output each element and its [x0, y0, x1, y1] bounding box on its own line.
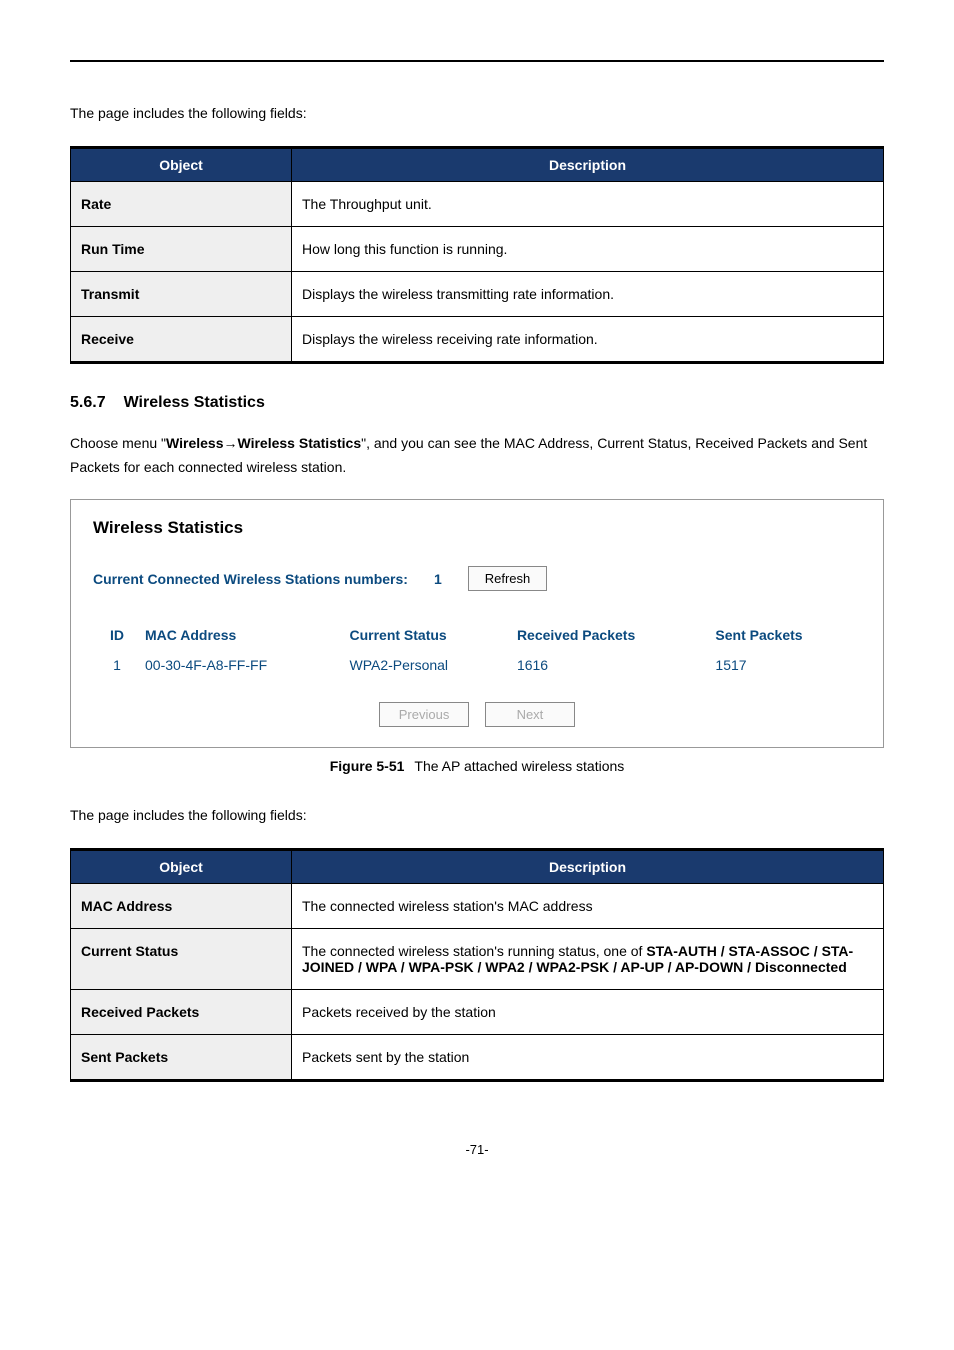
- table2-obj-3: Sent Packets: [71, 1035, 292, 1081]
- para-bold2: Wireless Statistics: [238, 435, 362, 451]
- station-id-0: 1: [93, 653, 141, 677]
- table-row: Current Status The connected wireless st…: [71, 929, 884, 990]
- panel-title: Wireless Statistics: [93, 518, 861, 538]
- table1-obj-3: Receive: [71, 316, 292, 362]
- fields-table-1: Object Description Rate The Throughput u…: [70, 146, 884, 364]
- para-bold1: Wireless: [166, 435, 223, 451]
- wireless-statistics-panel: Wireless Statistics Current Connected Wi…: [70, 499, 884, 748]
- table2-obj-2: Received Packets: [71, 990, 292, 1035]
- table1-desc-0: The Throughput unit.: [292, 181, 884, 226]
- stations-table: ID MAC Address Current Status Received P…: [93, 621, 861, 677]
- refresh-button[interactable]: Refresh: [468, 566, 548, 591]
- table1-desc-3: Displays the wireless receiving rate inf…: [292, 316, 884, 362]
- pager: Previous Next: [93, 702, 861, 727]
- connected-count: 1: [426, 571, 450, 587]
- stations-header-recv: Received Packets: [513, 621, 711, 653]
- table2-obj-1: Current Status: [71, 929, 292, 990]
- table-row: Run Time How long this function is runni…: [71, 226, 884, 271]
- table1-header-description: Description: [292, 147, 884, 181]
- table-row: 1 00-30-4F-A8-FF-FF WPA2-Personal 1616 1…: [93, 653, 861, 677]
- top-rule: [70, 60, 884, 62]
- stations-header-sent: Sent Packets: [711, 621, 861, 653]
- table2-desc-0: The connected wireless station's MAC add…: [292, 884, 884, 929]
- table-row: Received Packets Packets received by the…: [71, 990, 884, 1035]
- table2-header-description: Description: [292, 850, 884, 884]
- intro-text-2: The page includes the following fields:: [70, 804, 884, 828]
- section-title: Wireless Statistics: [124, 394, 265, 411]
- previous-button[interactable]: Previous: [379, 702, 469, 727]
- section-paragraph: Choose menu "Wireless→Wireless Statistic…: [70, 432, 884, 480]
- table1-obj-2: Transmit: [71, 271, 292, 316]
- table-row: Receive Displays the wireless receiving …: [71, 316, 884, 362]
- table2-header-object: Object: [71, 850, 292, 884]
- station-recv-0: 1616: [513, 653, 711, 677]
- section-number: 5.6.7: [70, 394, 106, 411]
- table-row: Transmit Displays the wireless transmitt…: [71, 271, 884, 316]
- station-status-0: WPA2-Personal: [345, 653, 512, 677]
- table1-obj-0: Rate: [71, 181, 292, 226]
- table1-desc-1: How long this function is running.: [292, 226, 884, 271]
- section-heading: 5.6.7 Wireless Statistics: [70, 394, 884, 412]
- table-row: Sent Packets Packets sent by the station: [71, 1035, 884, 1081]
- intro-text-1: The page includes the following fields:: [70, 102, 884, 126]
- stations-header-id: ID: [93, 621, 141, 653]
- table2-desc-1-pre: The connected wireless station's running…: [302, 943, 646, 959]
- table2-desc-1: The connected wireless station's running…: [292, 929, 884, 990]
- table1-desc-2: Displays the wireless transmitting rate …: [292, 271, 884, 316]
- para-pre: Choose menu ": [70, 435, 166, 451]
- table-row: MAC Address The connected wireless stati…: [71, 884, 884, 929]
- table1-header-object: Object: [71, 147, 292, 181]
- figure-label: Figure 5-51: [330, 758, 405, 774]
- connected-row: Current Connected Wireless Stations numb…: [93, 566, 861, 591]
- stations-header-status: Current Status: [345, 621, 512, 653]
- table2-desc-2: Packets received by the station: [292, 990, 884, 1035]
- station-sent-0: 1517: [711, 653, 861, 677]
- table1-obj-1: Run Time: [71, 226, 292, 271]
- station-mac-0: 00-30-4F-A8-FF-FF: [141, 653, 345, 677]
- stations-header-mac: MAC Address: [141, 621, 345, 653]
- fields-table-2: Object Description MAC Address The conne…: [70, 848, 884, 1082]
- table2-obj-0: MAC Address: [71, 884, 292, 929]
- table2-desc-3: Packets sent by the station: [292, 1035, 884, 1081]
- page-number: -71-: [70, 1142, 884, 1157]
- figure-caption: Figure 5-51 The AP attached wireless stat…: [70, 758, 884, 774]
- next-button[interactable]: Next: [485, 702, 575, 727]
- figure-text: The AP attached wireless stations: [414, 758, 624, 774]
- arrow-icon: →: [224, 435, 238, 451]
- connected-label: Current Connected Wireless Stations numb…: [93, 571, 408, 587]
- table-row: Rate The Throughput unit.: [71, 181, 884, 226]
